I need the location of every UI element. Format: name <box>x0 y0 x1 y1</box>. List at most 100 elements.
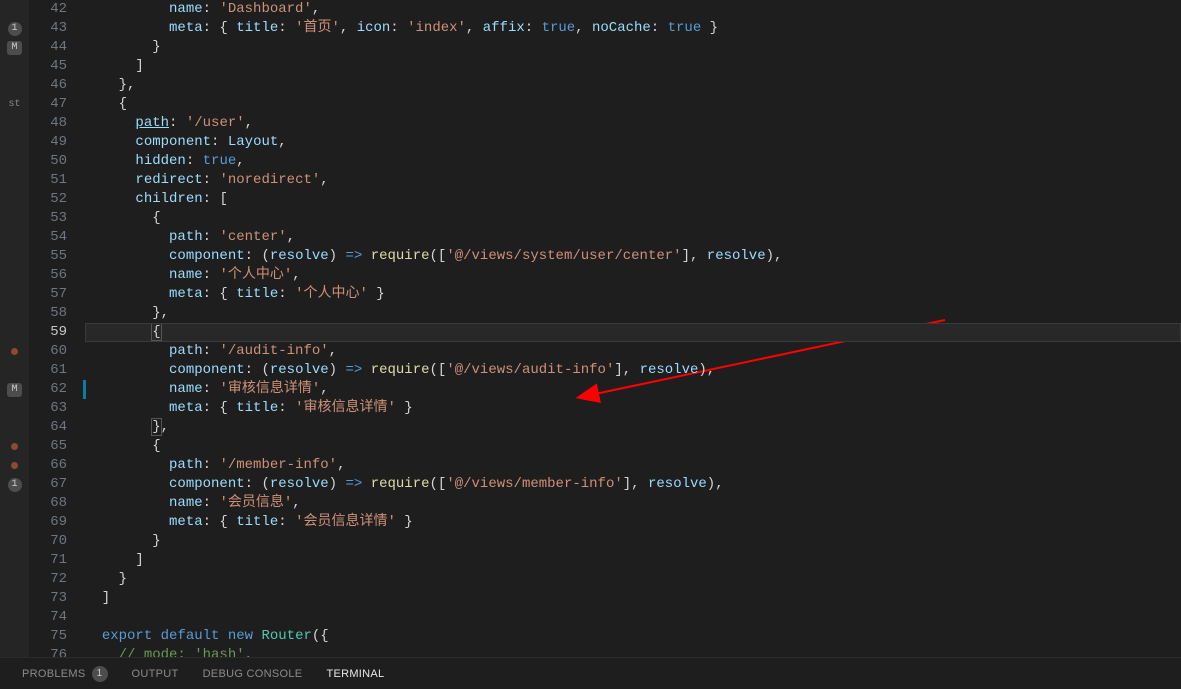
line-number: 65 <box>29 437 67 456</box>
line-number: 71 <box>29 551 67 570</box>
line-number: 72 <box>29 570 67 589</box>
line-number: 63 <box>29 399 67 418</box>
code-line[interactable]: path: '/user', <box>85 114 1181 133</box>
explorer-decor-item <box>0 171 29 190</box>
panel-tab-output[interactable]: OUTPUT <box>132 668 179 680</box>
code-line[interactable]: { <box>85 323 1181 342</box>
explorer-decor-item <box>0 342 29 361</box>
explorer-decor-item <box>0 228 29 247</box>
panel-tab-label: TERMINAL <box>326 668 384 680</box>
line-number: 75 <box>29 627 67 646</box>
explorer-decor-item <box>0 399 29 418</box>
explorer-decor-item <box>0 152 29 171</box>
explorer-decor-item <box>0 247 29 266</box>
code-line[interactable]: ] <box>85 57 1181 76</box>
code-line[interactable]: }, <box>85 418 1181 437</box>
code-line[interactable]: component: (resolve) => require(['@/view… <box>85 475 1181 494</box>
bottom-panel-tabs: PROBLEMS 1 OUTPUT DEBUG CONSOLE TERMINAL <box>0 657 1181 689</box>
line-number: 50 <box>29 152 67 171</box>
line-number: 45 <box>29 57 67 76</box>
explorer-decor-item <box>0 209 29 228</box>
line-number: 54 <box>29 228 67 247</box>
code-line[interactable]: } <box>85 570 1181 589</box>
explorer-decor-item <box>0 76 29 95</box>
line-number: 58 <box>29 304 67 323</box>
explorer-decor-item <box>0 285 29 304</box>
line-number: 55 <box>29 247 67 266</box>
explorer-decor-item <box>0 114 29 133</box>
panel-tab-problems[interactable]: PROBLEMS 1 <box>22 666 108 682</box>
panel-tab-terminal[interactable]: TERMINAL <box>326 668 384 680</box>
explorer-decor-item <box>0 456 29 475</box>
panel-tab-label: PROBLEMS <box>22 668 86 680</box>
explorer-decor-item: M <box>0 38 29 57</box>
explorer-decor-item: st <box>0 95 29 114</box>
explorer-decor-item <box>0 266 29 285</box>
code-line[interactable]: } <box>85 38 1181 57</box>
line-number: 76 <box>29 646 67 657</box>
explorer-decor-item <box>0 323 29 342</box>
code-line[interactable]: component: Layout, <box>85 133 1181 152</box>
explorer-decor-item <box>0 133 29 152</box>
line-number: 52 <box>29 190 67 209</box>
line-number: 53 <box>29 209 67 228</box>
code-line[interactable]: name: 'Dashboard', <box>85 0 1181 19</box>
code-line[interactable]: redirect: 'noredirect', <box>85 171 1181 190</box>
code-line[interactable]: ] <box>85 551 1181 570</box>
explorer-decor-item: 1 <box>0 19 29 38</box>
panel-tab-label: DEBUG CONSOLE <box>203 668 303 680</box>
code-line[interactable]: ] <box>85 589 1181 608</box>
code-line[interactable]: export default new Router({ <box>85 627 1181 646</box>
code-line[interactable]: name: '审核信息详情', <box>85 380 1181 399</box>
code-line[interactable]: path: 'center', <box>85 228 1181 247</box>
code-line[interactable]: meta: { title: '个人中心' } <box>85 285 1181 304</box>
code-line[interactable]: meta: { title: '审核信息详情' } <box>85 399 1181 418</box>
problems-count-badge: 1 <box>92 666 108 682</box>
line-number: 64 <box>29 418 67 437</box>
code-line[interactable] <box>85 608 1181 627</box>
line-number: 73 <box>29 589 67 608</box>
code-line[interactable]: } <box>85 532 1181 551</box>
code-line[interactable]: }, <box>85 76 1181 95</box>
code-line[interactable]: name: '会员信息', <box>85 494 1181 513</box>
code-line[interactable]: component: (resolve) => require(['@/view… <box>85 361 1181 380</box>
code-line[interactable]: { <box>85 95 1181 114</box>
code-line[interactable]: { <box>85 437 1181 456</box>
line-number: 61 <box>29 361 67 380</box>
code-line[interactable]: children: [ <box>85 190 1181 209</box>
code-line[interactable]: hidden: true, <box>85 152 1181 171</box>
code-line[interactable]: path: '/audit-info', <box>85 342 1181 361</box>
line-number: 56 <box>29 266 67 285</box>
code-line[interactable]: }, <box>85 304 1181 323</box>
code-line[interactable]: meta: { title: '首页', icon: 'index', affi… <box>85 19 1181 38</box>
line-number: 69 <box>29 513 67 532</box>
code-line[interactable]: path: '/member-info', <box>85 456 1181 475</box>
line-number: 67 <box>29 475 67 494</box>
code-line[interactable]: meta: { title: '会员信息详情' } <box>85 513 1181 532</box>
code-line[interactable]: // mode: 'hash', <box>85 646 1181 657</box>
line-number: 46 <box>29 76 67 95</box>
line-number: 44 <box>29 38 67 57</box>
explorer-decor-item <box>0 361 29 380</box>
explorer-decor-item <box>0 0 29 19</box>
explorer-decor-item <box>0 437 29 456</box>
line-number: 43 <box>29 19 67 38</box>
line-number: 70 <box>29 532 67 551</box>
explorer-decor-item <box>0 304 29 323</box>
panel-tab-debug-console[interactable]: DEBUG CONSOLE <box>203 668 303 680</box>
code-editor[interactable]: 4243444546474849505152535455565758596061… <box>29 0 1181 657</box>
line-number: 62 <box>29 380 67 399</box>
explorer-decor-item <box>0 190 29 209</box>
explorer-decor-item <box>0 418 29 437</box>
code-line[interactable]: { <box>85 209 1181 228</box>
code-line[interactable]: component: (resolve) => require(['@/view… <box>85 247 1181 266</box>
explorer-decor-item <box>0 57 29 76</box>
explorer-decor-item: M <box>0 380 29 399</box>
modified-indicator <box>83 380 86 399</box>
explorer-decor-column: 1MstM1 <box>0 0 29 657</box>
code-content[interactable]: name: 'Dashboard', meta: { title: '首页', … <box>85 0 1181 657</box>
line-number: 47 <box>29 95 67 114</box>
line-number: 57 <box>29 285 67 304</box>
code-line[interactable]: name: '个人中心', <box>85 266 1181 285</box>
line-number: 60 <box>29 342 67 361</box>
